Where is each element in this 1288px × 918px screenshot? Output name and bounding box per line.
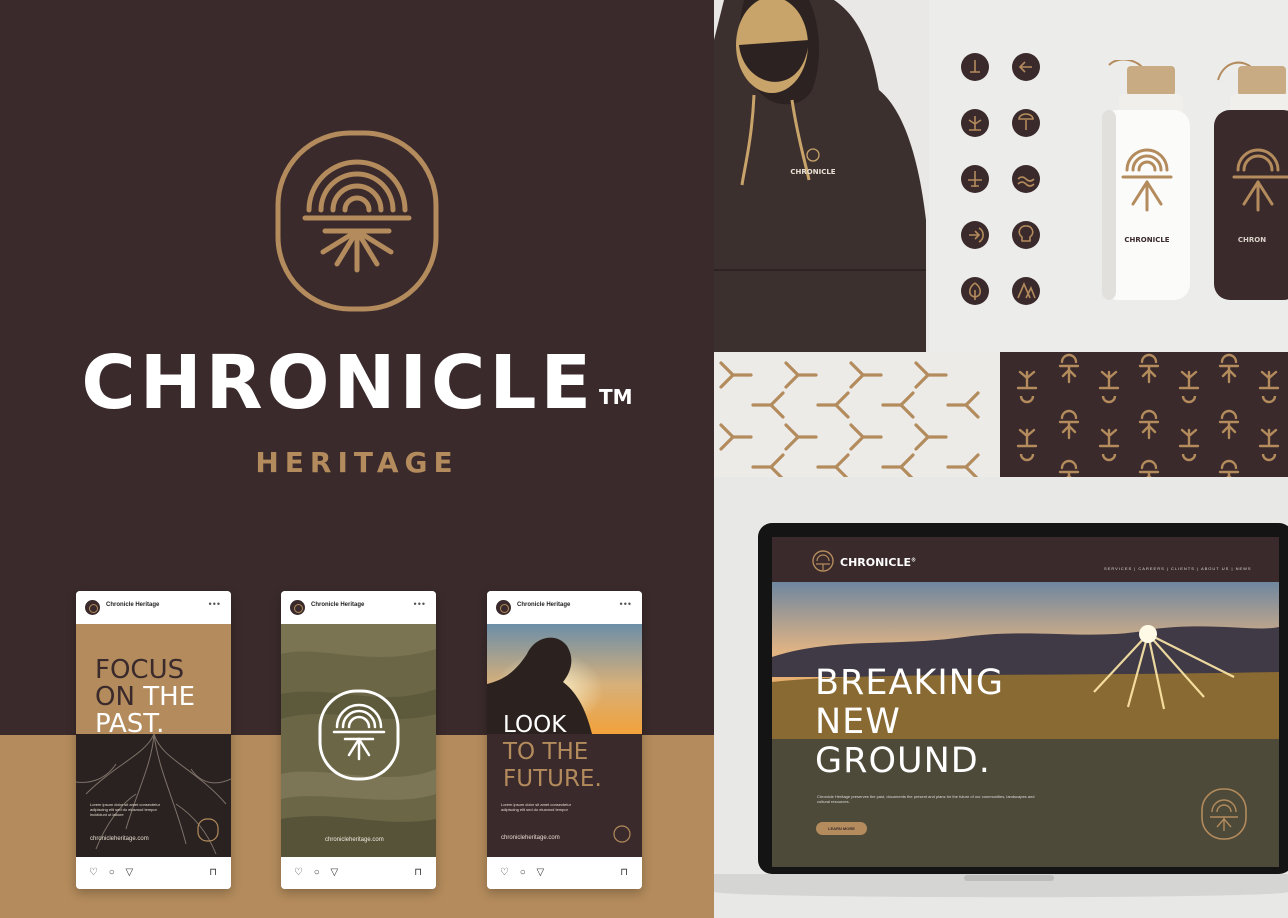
more-options-icon[interactable]: ••• (209, 599, 221, 609)
website-logo-text: CHRONICLE (840, 556, 911, 569)
social-post-logo: Chronicle Heritage ••• chronicleheritage… (281, 591, 436, 889)
post-body: Lorem ipsum dolor sit amet consectetur a… (501, 802, 572, 812)
headline-word-on: ON (95, 682, 135, 712)
post-url[interactable]: chronicleheritage.com (90, 836, 149, 842)
dark-bottle: CHRON (1214, 61, 1288, 300)
account-name[interactable]: Chronicle Heritage (311, 602, 364, 608)
arrow-left-icon (1012, 53, 1040, 81)
icon-set (961, 53, 1040, 305)
learn-more-button[interactable]: LEARN MORE (816, 822, 867, 835)
bookmark-icon[interactable]: ⊓ (209, 867, 217, 878)
avatar[interactable] (290, 600, 305, 615)
enter-icon (961, 221, 989, 249)
root-icon (961, 109, 989, 137)
bookmark-icon[interactable]: ⊓ (414, 867, 422, 878)
post-actions: ♡ ○ ▽ ⊓ (487, 857, 642, 889)
post-url[interactable]: chronicleheritage.com (501, 835, 560, 841)
post-header: Chronicle Heritage ••• (487, 591, 642, 624)
post-body: Lorem ipsum dolor sit amet consectetur a… (90, 802, 161, 817)
post-header: Chronicle Heritage ••• (76, 591, 231, 624)
post-image: FOCUS ON THE PAST. Lorem ipsum dolor sit… (76, 624, 231, 857)
post-actions: ♡ ○ ▽ ⊓ (281, 857, 436, 889)
brand-panel: CHRONICLE TM HERITAGE Chronicle Heritage … (0, 0, 714, 918)
post-headline: LOOK TO THE FUTURE. (503, 712, 602, 793)
white-bottle: CHRONICLE (1102, 60, 1190, 300)
headline-line-1: BREAKING (815, 663, 1004, 703)
avatar[interactable] (496, 600, 511, 615)
account-name[interactable]: Chronicle Heritage (106, 602, 159, 608)
rock-strata-image (281, 624, 436, 857)
hoodie-image: CHRONICLE (714, 0, 926, 352)
headline-line-2: TO THE (503, 739, 589, 765)
pin-icon (961, 53, 989, 81)
dark-bottle-logo-text: CHRON (1238, 236, 1266, 244)
pattern-light-tile (714, 352, 1000, 477)
social-post-past: Chronicle Heritage ••• FOCUS ON THE PAST… (76, 591, 231, 889)
sprout-pattern (1016, 353, 1280, 477)
chronicle-logo-mark (275, 130, 439, 312)
brand-wordmark: CHRONICLE TM (0, 338, 714, 428)
headline-line-3: PAST. (95, 709, 165, 739)
water-icon (1012, 165, 1040, 193)
headline-line-3: GROUND. (815, 741, 991, 781)
more-options-icon[interactable]: ••• (414, 599, 426, 609)
headline-line-3: FUTURE. (503, 766, 602, 792)
headline-line-1: LOOK (503, 712, 567, 738)
hoodie-mockup: CHRONICLE (714, 0, 929, 352)
like-comment-share-icons[interactable]: ♡ ○ ▽ (500, 867, 548, 878)
like-comment-share-icons[interactable]: ♡ ○ ▽ (89, 867, 137, 878)
like-comment-share-icons[interactable]: ♡ ○ ▽ (294, 867, 342, 878)
website-nav[interactable]: SERVICES | CAREERS | CLIENTS | ABOUT US … (1104, 566, 1252, 571)
leaf-icon (961, 277, 989, 305)
more-options-icon[interactable]: ••• (620, 599, 632, 609)
post-header: Chronicle Heritage ••• (281, 591, 436, 624)
post-image: chronicleheritage.com (281, 624, 436, 857)
white-bottle-logo-text: CHRONICLE (1124, 236, 1169, 244)
headline-word-the: THE (143, 682, 196, 712)
account-name[interactable]: Chronicle Heritage (517, 602, 570, 608)
website-logo[interactable]: CHRONICLE® (840, 556, 916, 569)
website-headline: BREAKING NEW GROUND. (815, 664, 1004, 781)
bulb-icon (1012, 221, 1040, 249)
hoodie-logo-text: CHRONICLE (790, 168, 835, 176)
headline-line-2: ON THE (95, 684, 195, 711)
post-image: LOOK TO THE FUTURE. Lorem ipsum dolor si… (487, 624, 642, 857)
post-actions: ♡ ○ ▽ ⊓ (76, 857, 231, 889)
brand-name: CHRONICLE (81, 340, 596, 426)
brand-tagline: HERITAGE (255, 446, 459, 479)
mountain-icon (1012, 277, 1040, 305)
avatar[interactable] (85, 600, 100, 615)
post-url[interactable]: chronicleheritage.com (325, 837, 384, 843)
headline-line-2: NEW (815, 702, 901, 742)
website-logo-tm: ® (911, 557, 916, 564)
bookmark-icon[interactable]: ⊓ (620, 867, 628, 878)
social-post-future: Chronicle Heritage ••• LOOK TO THE FUTUR… (487, 591, 642, 889)
arrow-pattern (719, 361, 980, 477)
headline-line-1: FOCUS (95, 655, 185, 685)
plane-icon (961, 165, 989, 193)
tree-icon (1012, 109, 1040, 137)
trademark-symbol: TM (599, 385, 633, 409)
website-body-text: Chronicle Heritage preserves the past, d… (817, 794, 1035, 804)
pattern-dark-tile (1000, 352, 1288, 477)
post-headline: FOCUS ON THE PAST. (95, 657, 195, 738)
